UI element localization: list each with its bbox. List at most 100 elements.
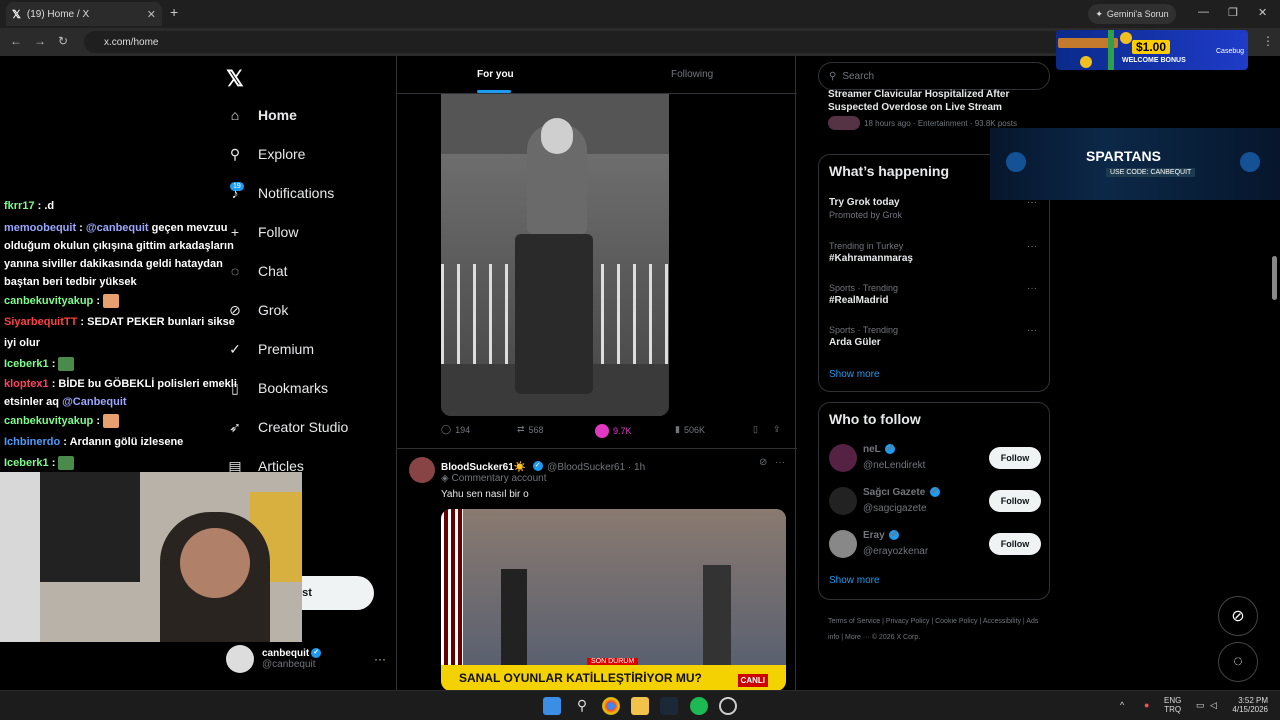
nav-label: Premium [258, 341, 315, 357]
bookmark-action[interactable]: ▯ [753, 424, 762, 435]
chat-user: Iceberk1 [4, 358, 49, 370]
show-more-link[interactable]: Show more [829, 575, 880, 586]
trend-meta: Promoted by Grok [829, 210, 903, 220]
window-close-button[interactable]: ✕ [1258, 6, 1267, 19]
minimize-button[interactable]: — [1198, 6, 1209, 18]
nav-home[interactable]: ⌂ Home [226, 106, 297, 124]
clock[interactable]: 3:52 PM 4/15/2026 [1224, 696, 1268, 714]
search-input[interactable]: ⚲ Search [818, 62, 1050, 90]
news-title[interactable]: Streamer Clavicular Hospitalized After S… [828, 88, 1038, 114]
glow-icon [1240, 152, 1260, 172]
nav-label: Chat [258, 263, 288, 279]
grok-icon[interactable]: ⊘ [759, 457, 767, 468]
nav-explore[interactable]: ⚲ Explore [226, 145, 306, 163]
post[interactable]: BloodSucker61☀️ ✓ @BloodSucker61 · 1h ⊘ … [397, 448, 797, 690]
grok-icon: ⊘ [1231, 608, 1245, 625]
feed-column: For you Following ◯ 194 ⇄ 568 9.7K ▮ 506K ▯… [396, 56, 797, 690]
new-tab-button[interactable]: + [170, 4, 178, 20]
repost-action[interactable]: ⇄ 568 [517, 424, 548, 435]
follow-button[interactable]: Follow [989, 490, 1041, 512]
nav-label: Home [258, 107, 297, 123]
streamer-face [180, 528, 250, 598]
user-handle: @erayozkenar [863, 545, 929, 557]
tab-for-you[interactable]: For you [477, 69, 514, 80]
views-action[interactable]: ▮ 506K [675, 424, 709, 435]
show-more-link[interactable]: Show more [829, 369, 880, 380]
more-icon[interactable]: ··· [775, 457, 785, 468]
back-icon[interactable]: ← [10, 34, 22, 48]
gemini-button[interactable]: ✦ Gemini'a Sorun [1088, 4, 1176, 24]
avatar [829, 487, 857, 515]
file-explorer-icon[interactable] [631, 697, 649, 715]
app-icon[interactable] [719, 697, 737, 715]
network-icon[interactable]: ▭ [1196, 700, 1205, 711]
spotify-icon[interactable] [690, 697, 708, 715]
trend-item[interactable]: Sports · Trending Arda Güler [829, 325, 898, 348]
more-icon[interactable]: ··· [374, 652, 386, 666]
mic-icon[interactable]: ● [1144, 700, 1149, 710]
chat-message: Iceberk1 : [0, 354, 250, 375]
tab-close-icon[interactable]: ✕ [147, 8, 156, 21]
chat-user: SiyarbequitTT [4, 316, 78, 328]
follow-suggestion[interactable]: neL ✓ @neLendirekt Follow [829, 443, 1041, 473]
reload-icon[interactable]: ↻ [58, 34, 68, 48]
like-count: 9.7K [613, 426, 632, 436]
follow-button[interactable]: Follow [989, 447, 1041, 469]
home-icon: ⌂ [230, 107, 240, 123]
chat-text: : Ardanın gölü izlesene [60, 436, 184, 448]
like-icon [595, 424, 609, 438]
more-icon[interactable]: ··· [1027, 241, 1037, 252]
tab-title: (19) Home / X [26, 8, 90, 20]
avatar [829, 444, 857, 472]
chat-text: : [93, 295, 104, 307]
windows-taskbar: ⚲ ^ ● ENG TRQ ▭ ◁ 3:52 PM 4/15/2026 [0, 690, 1280, 720]
post-video[interactable]: SON DURUM SANAL OYUNLAR KATİLLEŞTİRİYOR … [441, 509, 786, 690]
follow-suggestion[interactable]: Sağcı Gazete ✓ @sagcigazete Follow [829, 486, 1041, 516]
scrollbar[interactable] [1272, 256, 1277, 300]
trend-item[interactable]: Try Grok today Promoted by Grok [829, 197, 902, 220]
more-icon[interactable]: ··· [1027, 325, 1037, 336]
reply-icon[interactable]: ◯ [441, 424, 451, 435]
chat-user: fkrr17 [4, 200, 35, 212]
nav-label: Bookmarks [258, 380, 329, 396]
forward-icon[interactable]: → [34, 34, 46, 48]
photo-person-lower [515, 234, 593, 394]
follow-button[interactable]: Follow [989, 533, 1041, 555]
repost-count: 568 [528, 424, 544, 435]
trend-meta: Sports · Trending [829, 283, 899, 293]
user-name: neL [863, 443, 881, 455]
user-handle: @neLendirekt [863, 459, 926, 471]
volume-icon[interactable]: ◁ [1210, 700, 1217, 711]
tab-following[interactable]: Following [671, 69, 713, 80]
user-name: Eray [863, 529, 885, 541]
browser-tab[interactable]: 𝕏 (19) Home / X ✕ [6, 2, 162, 26]
share-action[interactable]: ⇪ [773, 424, 785, 435]
chat-message: fkrr17 : .d [0, 196, 250, 217]
maximize-button[interactable]: ❐ [1228, 6, 1238, 19]
tray-chevron-icon[interactable]: ^ [1120, 700, 1124, 710]
webcam-poster [40, 472, 140, 582]
search-icon: ⚲ [829, 70, 837, 82]
account-switcher[interactable]: canbequit ✓ @canbequit ··· [226, 642, 386, 676]
chrome-icon[interactable] [602, 697, 620, 715]
like-action[interactable]: 9.7K [595, 424, 636, 438]
search-icon[interactable]: ⚲ [573, 697, 591, 715]
verified-icon: ✓ [889, 528, 900, 540]
emote-icon [58, 456, 75, 471]
trend-meta: Trending in Turkey [829, 241, 904, 251]
messages-fab-button[interactable]: ◌ [1218, 642, 1258, 682]
url-field[interactable]: x.com/home [84, 31, 1064, 53]
follow-suggestion[interactable]: Eray ✓ @erayozkenar Follow [829, 529, 1041, 559]
views-icon: ▮ [675, 424, 680, 434]
footer-links[interactable]: Terms of Service | Privacy Policy | Cook… [828, 614, 1048, 646]
browser-menu-icon[interactable]: ⋮ [1262, 34, 1274, 48]
x-logo-icon[interactable]: 𝕏 [226, 66, 244, 92]
start-icon[interactable] [543, 697, 561, 715]
post-image[interactable] [441, 94, 669, 416]
steam-icon[interactable] [660, 697, 678, 715]
trend-item[interactable]: Sports · Trending #RealMadrid [829, 283, 898, 306]
more-icon[interactable]: ··· [1027, 283, 1037, 294]
trend-item[interactable]: Trending in Turkey #Kahramanmaraş [829, 241, 913, 264]
language-indicator[interactable]: ENG TRQ [1164, 696, 1181, 714]
grok-fab-button[interactable]: ⊘ [1218, 596, 1258, 636]
